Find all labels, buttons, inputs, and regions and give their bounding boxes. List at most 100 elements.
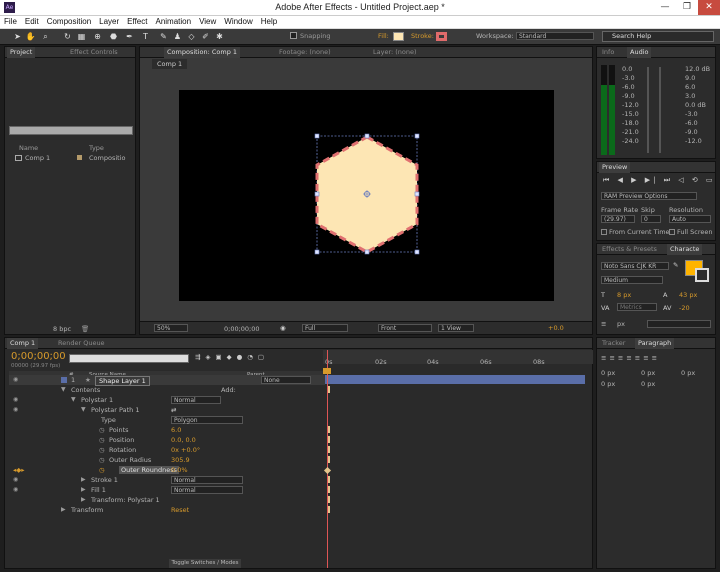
transform-row[interactable]: ▶ Transform Reset bbox=[9, 505, 325, 515]
selection-tool-icon[interactable]: ➤ bbox=[12, 31, 23, 42]
transform-polystar-row[interactable]: ▶ Transform: Polystar 1 bbox=[9, 495, 325, 505]
rotate-tool-icon[interactable]: ↻ bbox=[62, 31, 73, 42]
pen-tool-icon[interactable]: ✒ bbox=[124, 31, 135, 42]
maximize-button[interactable]: ❐ bbox=[676, 0, 698, 15]
brush-tool-icon[interactable]: ✎ bbox=[158, 31, 169, 42]
fill-blend-dropdown[interactable]: Normal bbox=[171, 486, 243, 494]
full-screen-checkbox[interactable] bbox=[669, 229, 675, 235]
stopwatch-icon[interactable]: ◷ bbox=[99, 445, 105, 455]
keyframe-marker[interactable] bbox=[328, 386, 330, 393]
polystar-type-dropdown[interactable]: Polygon bbox=[171, 416, 243, 424]
keyframe-marker[interactable] bbox=[328, 456, 330, 463]
type-tool-icon[interactable]: T bbox=[140, 31, 151, 42]
view-dropdown[interactable]: Front bbox=[378, 324, 432, 332]
layer-duration-bar[interactable] bbox=[323, 375, 585, 384]
polystar-path-row[interactable]: ◉ ▼ Polystar Path 1 ⇄ bbox=[9, 405, 325, 415]
eyedropper-icon[interactable]: ✎ bbox=[673, 261, 678, 269]
twirl-icon[interactable]: ▼ bbox=[71, 395, 76, 405]
leading-value[interactable]: 43 px bbox=[679, 291, 697, 299]
menu-view[interactable]: View bbox=[195, 16, 220, 28]
keyframe-marker[interactable] bbox=[328, 446, 330, 453]
paragraph-align-icon[interactable]: ≡≡≡≡≡≡≡ bbox=[601, 354, 660, 362]
menu-effect[interactable]: Effect bbox=[123, 16, 151, 28]
workspace-dropdown[interactable]: Standard bbox=[516, 32, 594, 40]
tab-timeline-comp[interactable]: Comp 1 bbox=[7, 338, 39, 349]
visibility-eye-icon[interactable]: ◉ bbox=[13, 475, 18, 485]
tab-audio[interactable]: Audio bbox=[627, 47, 652, 58]
menu-file[interactable]: File bbox=[0, 16, 21, 28]
skip-dropdown[interactable]: 0 bbox=[641, 215, 661, 223]
search-help-input[interactable]: Search Help bbox=[602, 31, 714, 42]
camera-snapshot-icon[interactable]: ◉ bbox=[280, 324, 286, 332]
label-color-swatch[interactable] bbox=[77, 155, 82, 160]
menu-animation[interactable]: Animation bbox=[151, 16, 195, 28]
stopwatch-icon[interactable]: ◷ bbox=[99, 455, 105, 465]
menu-window[interactable]: Window bbox=[220, 16, 256, 28]
position-value[interactable]: 0.0, 0.0 bbox=[171, 435, 196, 445]
indent-first-value[interactable]: 0 px bbox=[641, 369, 655, 377]
views-layout-dropdown[interactable]: 1 View bbox=[438, 324, 474, 332]
visibility-eye-icon[interactable]: ◉ bbox=[13, 375, 18, 385]
menu-composition[interactable]: Composition bbox=[43, 16, 95, 28]
eraser-tool-icon[interactable]: ◇ bbox=[186, 31, 197, 42]
current-time-display[interactable]: 0;00;00;00 bbox=[11, 351, 66, 362]
font-size-value[interactable]: 8 px bbox=[617, 291, 631, 299]
keyframe-navigator-icon[interactable]: ◂◆▸ bbox=[13, 465, 25, 475]
zoom-tool-icon[interactable]: ⌕ bbox=[40, 31, 51, 42]
blend-mode-dropdown[interactable]: Normal bbox=[171, 396, 221, 404]
composition-canvas[interactable] bbox=[179, 90, 554, 301]
keyframe-marker[interactable] bbox=[328, 426, 330, 433]
twirl-icon[interactable]: ▼ bbox=[61, 385, 66, 395]
pan-behind-tool-icon[interactable]: ⊕ bbox=[92, 31, 103, 42]
visibility-eye-icon[interactable]: ◉ bbox=[13, 405, 18, 415]
audio-slider-right[interactable] bbox=[659, 67, 661, 153]
trash-icon[interactable]: 🗑 bbox=[81, 325, 89, 333]
resolution-dropdown[interactable]: Full bbox=[302, 324, 348, 332]
character-extra-dropdown[interactable] bbox=[647, 320, 711, 328]
tab-effect-controls[interactable]: Effect Controls bbox=[67, 47, 121, 58]
roto-tool-icon[interactable]: ✐ bbox=[200, 31, 211, 42]
tab-composition[interactable]: Composition: Comp 1 bbox=[164, 47, 241, 58]
outer-radius-row[interactable]: ◷ Outer Radius 305.9 bbox=[9, 455, 325, 465]
stroke-row[interactable]: ◉ ▶ Stroke 1 Normal bbox=[9, 475, 325, 485]
tab-tracker[interactable]: Tracker bbox=[599, 338, 628, 349]
indent-left-value[interactable]: 0 px bbox=[601, 369, 615, 377]
mask-tool-icon[interactable]: ⬣ bbox=[108, 31, 119, 42]
keyframe-marker[interactable] bbox=[328, 476, 330, 483]
outer-roundness-value[interactable]: 0.0% bbox=[171, 465, 188, 475]
space-before-value[interactable]: 0 px bbox=[601, 380, 615, 388]
menu-edit[interactable]: Edit bbox=[21, 16, 43, 28]
minimize-button[interactable]: — bbox=[654, 0, 676, 15]
timeline-search-input[interactable] bbox=[69, 354, 189, 363]
timeline-switches-icon[interactable]: ⇶◈▣◆●◔▢ bbox=[195, 353, 269, 361]
time-ruler[interactable] bbox=[323, 350, 593, 364]
keyframe-marker[interactable] bbox=[328, 486, 330, 493]
polystar-group-row[interactable]: ◉ ▼ Polystar 1 Normal bbox=[9, 395, 325, 405]
playback-controls-icon[interactable]: ⏮ ◀ ▶ ▶| ⏭ ◁ ⟲ ▭ bbox=[603, 176, 716, 185]
twirl-icon[interactable]: ▶ bbox=[61, 505, 66, 515]
stroke-blend-dropdown[interactable]: Normal bbox=[171, 476, 243, 484]
menu-layer[interactable]: Layer bbox=[95, 16, 123, 28]
twirl-icon[interactable]: ▼ bbox=[81, 405, 86, 415]
visibility-eye-icon[interactable]: ◉ bbox=[13, 485, 18, 495]
tab-layer[interactable]: Layer: (none) bbox=[370, 47, 420, 58]
points-row[interactable]: ◷ Points 6.0 bbox=[9, 425, 325, 435]
hexagon-shape[interactable] bbox=[179, 90, 554, 301]
fill-swatch[interactable] bbox=[393, 32, 404, 41]
indent-right-value[interactable]: 0 px bbox=[681, 369, 695, 377]
stopwatch-icon[interactable]: ◷ bbox=[99, 435, 105, 445]
tab-effects-presets[interactable]: Effects & Presets bbox=[599, 244, 660, 255]
twirl-icon[interactable]: ▶ bbox=[81, 475, 86, 485]
stopwatch-active-icon[interactable]: ◷ bbox=[99, 465, 105, 475]
camera-tool-icon[interactable]: ▦ bbox=[76, 31, 87, 42]
outer-roundness-row[interactable]: ◂◆▸ ◷ Outer Roundness 0.0% bbox=[9, 465, 325, 475]
tab-project[interactable]: Project bbox=[7, 47, 36, 58]
points-value[interactable]: 6.0 bbox=[171, 425, 181, 435]
layer-label-color[interactable] bbox=[61, 377, 67, 383]
rotation-value[interactable]: 0x +0.0° bbox=[171, 445, 200, 455]
font-style-dropdown[interactable]: Medium bbox=[601, 276, 663, 284]
keyframe-marker[interactable] bbox=[328, 506, 330, 513]
snapping-checkbox[interactable] bbox=[290, 32, 297, 39]
stopwatch-icon[interactable]: ◷ bbox=[99, 425, 105, 435]
stamp-tool-icon[interactable]: ♟ bbox=[172, 31, 183, 42]
